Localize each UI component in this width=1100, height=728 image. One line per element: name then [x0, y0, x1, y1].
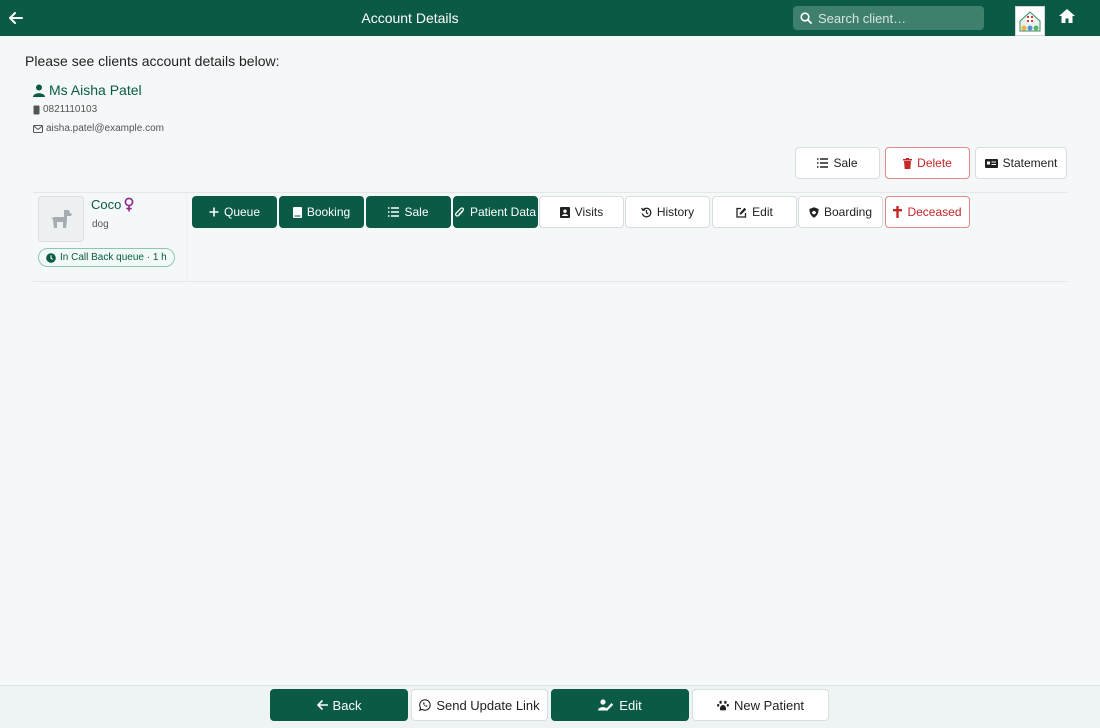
pet-name[interactable]: Coco [91, 197, 134, 212]
client-name-text: Ms Aisha Patel [49, 82, 142, 98]
client-email-text: aisha.patel@example.com [46, 123, 164, 134]
list-icon [388, 207, 400, 217]
client-email[interactable]: aisha.patel@example.com [33, 123, 164, 134]
list-icon [817, 158, 829, 168]
send-update-link-button[interactable]: Send Update Link [411, 689, 548, 721]
visits-label: Visits [574, 205, 604, 219]
home-icon[interactable] [1058, 8, 1078, 28]
book-icon [292, 206, 302, 218]
female-icon [124, 197, 134, 212]
dog-icon [50, 209, 72, 229]
account-sale-button[interactable]: Sale [795, 147, 880, 179]
queue-status-text: In Call Back queue · 1 h [60, 252, 167, 263]
visits-button[interactable]: Visits [539, 196, 624, 228]
queue-status-badge: In Call Back queue · 1 h [38, 248, 175, 267]
back-button[interactable]: Back [270, 689, 408, 721]
phone-icon [33, 105, 40, 115]
new-patient-button[interactable]: New Patient [692, 689, 829, 721]
account-sale-label: Sale [833, 156, 858, 170]
patient-row-divider [186, 192, 187, 282]
statement-button[interactable]: Statement [975, 147, 1067, 179]
bottom-bar [0, 685, 1100, 728]
user-icon [33, 84, 45, 97]
intro-text: Please see clients account details below… [25, 53, 280, 69]
edit-client-button[interactable]: Edit [551, 689, 689, 721]
history-label: History [656, 205, 695, 219]
boarding-label: Boarding [823, 205, 873, 219]
new-patient-label: New Patient [733, 697, 805, 713]
boarding-button[interactable]: Boarding [798, 196, 883, 228]
history-button[interactable]: History [625, 196, 710, 228]
queue-button[interactable]: Queue [192, 196, 277, 228]
clock-icon [46, 252, 56, 263]
back-label: Back [332, 697, 362, 713]
delete-client-button[interactable]: Delete [885, 147, 970, 179]
client-name: Ms Aisha Patel [33, 82, 142, 98]
booking-label: Booking [306, 205, 351, 219]
deceased-button[interactable]: Deceased [885, 196, 970, 228]
search-input[interactable] [818, 10, 978, 26]
paperclip-icon [455, 206, 465, 218]
patient-sale-button[interactable]: Sale [366, 196, 451, 228]
edit-patient-button[interactable]: Edit [712, 196, 797, 228]
paw-icon [717, 700, 729, 711]
deceased-label: Deceased [907, 205, 962, 219]
clinic-logo[interactable] [1015, 6, 1045, 36]
pet-name-text: Coco [91, 197, 122, 212]
queue-label: Queue [223, 205, 261, 219]
statement-label: Statement [1002, 156, 1058, 170]
edit-client-label: Edit [619, 697, 642, 713]
whatsapp-icon [419, 699, 431, 711]
arrow-left-icon [316, 700, 328, 710]
edit-patient-label: Edit [752, 205, 773, 219]
delete-label: Delete [917, 156, 952, 170]
pet-avatar[interactable] [38, 196, 84, 242]
cross-icon [893, 206, 903, 218]
search-icon [800, 12, 812, 24]
trash-icon [903, 157, 913, 169]
edit-icon [736, 207, 747, 218]
top-bar: Account Details [0, 0, 1100, 36]
id-card-icon [984, 158, 998, 168]
booking-button[interactable]: Booking [279, 196, 364, 228]
user-edit-icon [598, 699, 614, 711]
shield-icon [809, 206, 819, 218]
send-update-link-label: Send Update Link [436, 697, 540, 713]
client-phone[interactable]: 0821110103 [33, 104, 97, 115]
client-phone-text: 0821110103 [43, 104, 98, 115]
envelope-icon [33, 124, 43, 133]
patient-data-button[interactable]: Patient Data [453, 196, 538, 228]
search-box[interactable] [793, 6, 984, 30]
plus-icon [209, 207, 219, 217]
address-book-icon [559, 206, 570, 218]
pet-species: dog [92, 219, 109, 230]
patient-data-label: Patient Data [469, 205, 537, 219]
page-title: Account Details [361, 10, 459, 26]
history-icon [640, 207, 652, 218]
patient-sale-label: Sale [404, 205, 429, 219]
